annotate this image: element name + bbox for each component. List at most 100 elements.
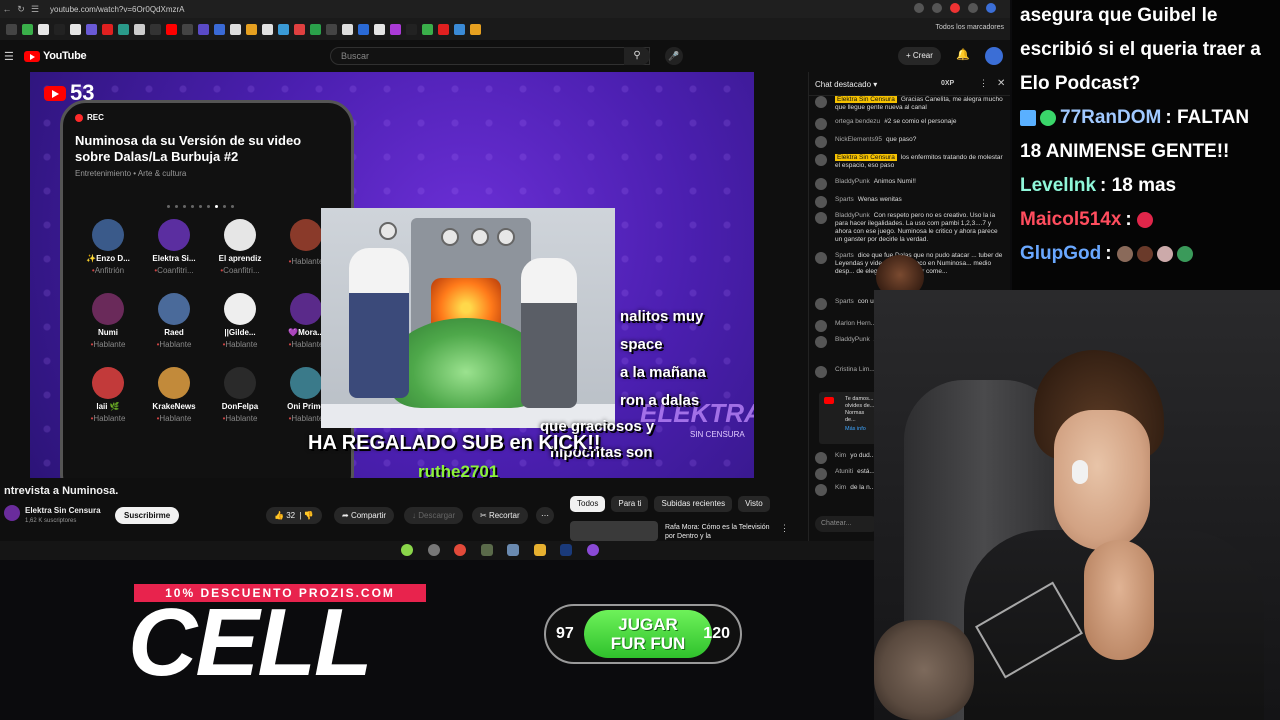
microphone-icon[interactable]: 🎤 [665,47,683,65]
search-input[interactable]: Buscar [330,47,650,65]
menu-icon[interactable]: ☰ [4,50,14,63]
bookmark-icon[interactable] [214,23,225,35]
chat-author[interactable]: Elektra Sin Censura [835,154,897,161]
extension-icon[interactable] [950,3,960,13]
back-icon[interactable]: ← [0,4,14,14]
bookmark-icon[interactable] [6,23,17,35]
chat-avatar[interactable] [815,96,827,108]
extension-icon[interactable] [968,3,978,13]
chat-avatar[interactable] [815,178,827,190]
bookmark-icon[interactable] [246,23,257,35]
chat-more-icon[interactable]: ⋮ [979,78,988,89]
bookmark-icon[interactable] [182,23,193,35]
speaker-tile[interactable]: Elektra Si... Coanfitri... [139,219,209,275]
extension-icon[interactable] [914,3,924,13]
like-button[interactable]: 👍 32 | 👎 [266,507,322,524]
play-button[interactable]: JUGAR FUR FUN [584,610,712,658]
bookmark-icon[interactable] [342,23,353,35]
share-button[interactable]: ➦ Compartir [334,507,395,524]
recommended-thumbnail[interactable] [570,521,658,541]
create-button[interactable]: + Crear [898,47,941,65]
bookmark-icon[interactable] [278,23,289,35]
notice-link[interactable]: Más info [845,426,875,433]
bookmark-icon[interactable] [390,23,401,35]
bookmark-icon[interactable] [150,23,161,35]
bookmarks-folder[interactable]: Todos los marcadores [936,24,1004,31]
speaker-tile[interactable]: DonFelpa Hablante [205,367,275,423]
chat-avatar[interactable] [815,212,827,224]
chat-author[interactable]: Sparts [835,196,854,203]
video-player[interactable]: 53 REC Numinosa da su Versión de su vide… [30,72,754,478]
bookmark-icon[interactable] [454,23,465,35]
bookmark-icon[interactable] [198,23,209,35]
download-button[interactable]: ↓ Descargar [404,507,464,524]
chat-avatar[interactable] [815,136,827,148]
bookmark-icon[interactable] [262,23,273,35]
chat-author[interactable]: Atuniti [835,468,853,475]
bookmark-icon[interactable] [422,23,433,35]
chat-avatar[interactable] [815,118,827,130]
speaker-tile[interactable]: Raed Hablante [139,293,209,349]
chat-author[interactable]: Cristina Lim... [835,366,875,373]
chat-avatar[interactable] [815,298,827,310]
bookmark-icon[interactable] [22,23,33,35]
clip-button[interactable]: ✂ Recortar [472,507,528,524]
reload-icon[interactable]: ↻ [14,4,28,15]
taskbar-app-icon[interactable] [507,544,519,556]
taskbar-app-icon[interactable] [481,544,493,556]
chat-avatar[interactable] [815,336,827,348]
chat-author[interactable]: Kim [835,452,846,459]
more-actions-button[interactable]: ⋯ [536,507,554,524]
bookmark-icon[interactable] [406,23,417,35]
photoshop-icon[interactable] [560,544,572,556]
avatar[interactable] [985,47,1003,65]
bookmark-icon[interactable] [326,23,337,35]
channel-avatar[interactable] [4,505,20,521]
chat-avatar[interactable] [815,468,827,480]
bookmark-icon[interactable] [294,23,305,35]
site-info-icon[interactable]: ☰ [28,4,42,15]
profile-icon[interactable] [986,3,996,13]
chat-author[interactable]: BladdyPunk [835,212,870,219]
bookmark-icon[interactable] [470,23,481,35]
search-icon[interactable]: ⚲ [624,47,650,65]
star-icon[interactable] [932,3,942,13]
chat-author[interactable]: Elektra Sin Censura [835,96,897,103]
subscribe-button[interactable]: Suscribirme [115,507,180,524]
chat-author[interactable]: BladdyPunk [835,336,870,343]
chat-author[interactable]: Kim [835,484,846,491]
chat-author[interactable]: BladdyPunk [835,178,870,185]
folder-icon[interactable] [534,544,546,556]
bookmark-icon[interactable] [118,23,129,35]
taskbar-app-icon[interactable] [428,544,440,556]
taskbar-app-icon[interactable] [401,544,413,556]
speaker-tile[interactable]: El aprendiz Coanfitri... [205,219,275,275]
xp-badge[interactable]: 0XP [941,80,954,87]
chat-author[interactable]: NickElements95 [835,136,882,143]
bookmark-icon[interactable] [230,23,241,35]
taskbar-app-icon[interactable] [587,544,599,556]
chat-avatar[interactable] [815,252,827,264]
chat-avatar[interactable] [815,484,827,496]
speaker-tile[interactable]: ||Gilde... Hablante [205,293,275,349]
bookmark-icon[interactable] [358,23,369,35]
speaker-tile[interactable]: ✨Enzo D... Anfitrión [73,219,143,275]
speaker-tile[interactable]: Numi Hablante [73,293,143,349]
speaker-tile[interactable]: laii 🌿 Hablante [73,367,143,423]
chip-para-ti[interactable]: Para ti [611,496,649,512]
chat-avatar[interactable] [815,196,827,208]
bookmark-icon[interactable] [374,23,385,35]
chat-author[interactable]: ortega bendezu [835,118,880,125]
thumbs-down-icon[interactable]: 👎 [304,511,314,520]
speaker-tile[interactable]: KrakeNews Hablante [139,367,209,423]
bookmark-icon[interactable] [438,23,449,35]
recommended-title[interactable]: Rafa Mora: Cómo es la Televisión por Den… [665,523,775,541]
bookmark-icon[interactable] [102,23,113,35]
chat-avatar[interactable] [815,366,827,378]
bookmark-icon[interactable] [38,23,49,35]
youtube-logo[interactable]: YouTube [24,50,87,62]
chat-input[interactable]: Chatear... [815,516,879,532]
chat-avatar[interactable] [815,452,827,464]
chrome-icon[interactable] [454,544,466,556]
chip-subidas-recientes[interactable]: Subidas recientes [654,496,733,512]
